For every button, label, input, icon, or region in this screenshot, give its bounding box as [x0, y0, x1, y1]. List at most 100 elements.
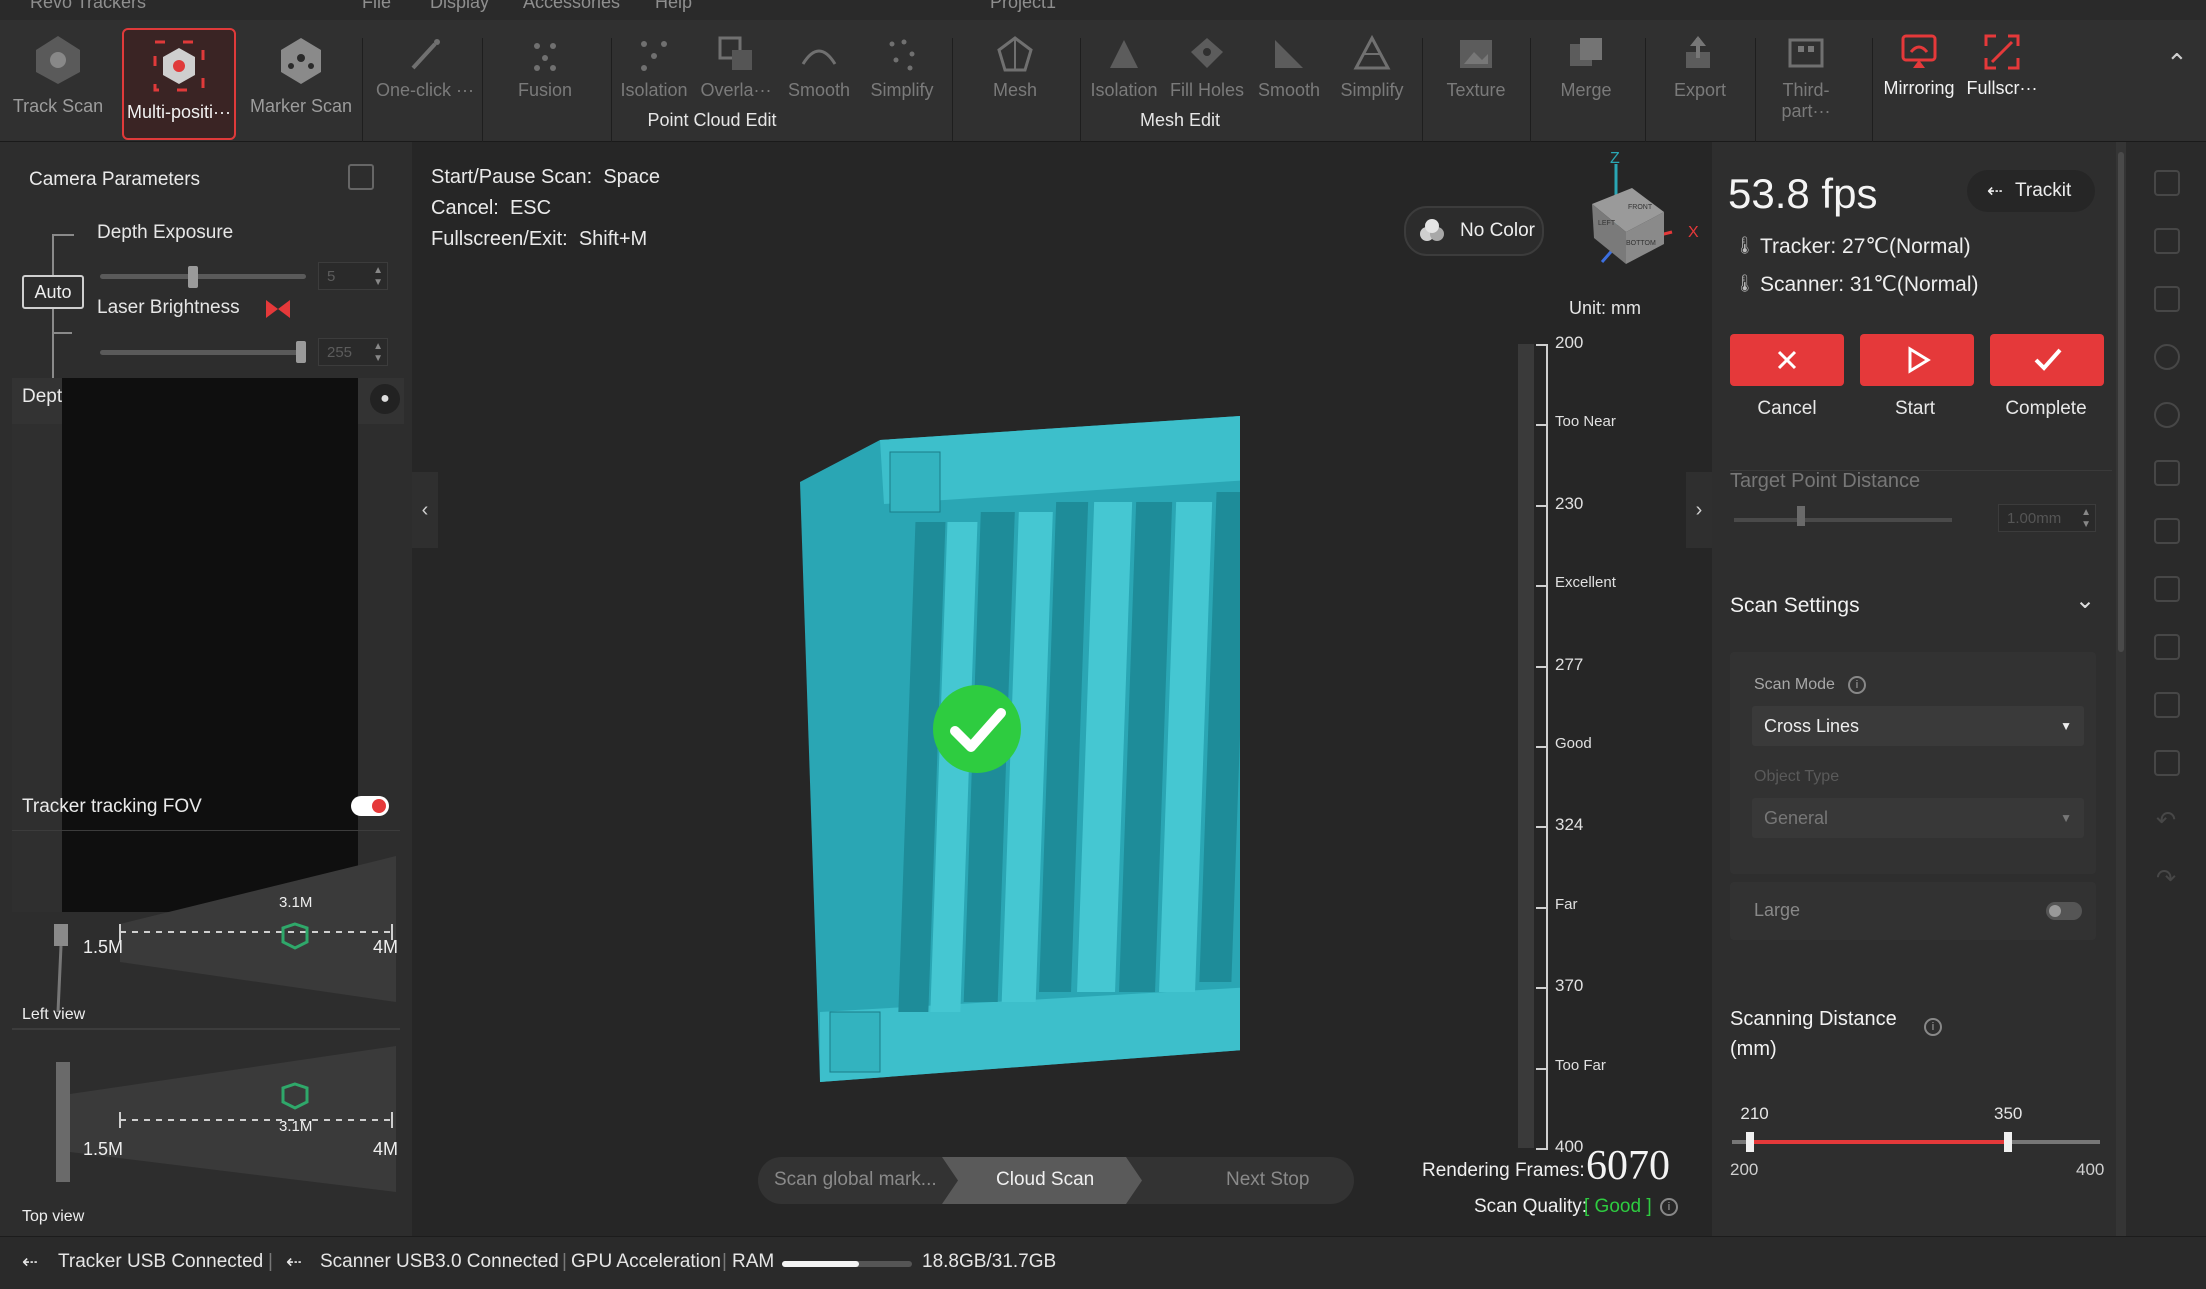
invert-selection-icon[interactable] [2154, 634, 2180, 660]
target-point-distance-spinbox[interactable]: 1.00mm ▲ ▼ [1998, 504, 2096, 532]
pc-simplify-button[interactable]: Simplify [862, 34, 942, 101]
mesh-edit-group-label: Mesh Edit [1139, 110, 1221, 130]
status-bar: ⇠ Tracker USB Connected | ⇠ Scanner USB3… [0, 1236, 2206, 1289]
mesh-isolation-button[interactable]: Isolation [1084, 34, 1164, 101]
fill-holes-button[interactable]: Fill Holes [1167, 34, 1247, 101]
step-scan-global-markers[interactable]: Scan global mark... [774, 1169, 937, 1191]
orientation-cube[interactable] [1572, 152, 1682, 272]
fps-readout: 53.8 fps [1728, 170, 1878, 217]
mesh-simplify-button[interactable]: Simplify [1332, 34, 1412, 101]
menu-bar: Revo Trackers File Display Accessories H… [0, 0, 2206, 20]
overlap-icon [718, 36, 752, 70]
laser-brightness-spinbox[interactable]: 255 ▲ ▼ [318, 338, 388, 366]
left-view-fov-diagram [54, 856, 396, 1012]
ruler-tick [1536, 746, 1548, 748]
cancel-scan-button[interactable] [1730, 334, 1844, 386]
laser-brightness-slider[interactable] [100, 350, 306, 355]
menu-file[interactable]: File [362, 0, 391, 13]
mesh-smooth-button[interactable]: Smooth [1249, 34, 1329, 101]
scan-mode-select[interactable]: Cross Lines ▼ [1752, 706, 2084, 746]
scan-success-check-icon [933, 685, 1021, 773]
one-click-button[interactable]: One-click ··· [370, 34, 480, 101]
overlap-button[interactable]: Overla··· [696, 34, 776, 101]
copy-icon[interactable] [2154, 692, 2180, 718]
distance-ruler-bar [1518, 344, 1534, 1148]
tracker-fov-toggle[interactable] [351, 796, 389, 816]
depth-exposure-thumb[interactable] [188, 266, 199, 288]
redo-icon[interactable]: ↷ [2156, 864, 2176, 893]
left-view-near-label: 1.5M [83, 937, 124, 957]
scanning-distance-high-thumb[interactable] [2004, 1132, 2012, 1152]
track-scan-icon [36, 36, 80, 84]
depth-exposure-slider[interactable] [100, 274, 306, 279]
collapse-right-panel-chevron-icon[interactable]: › [1686, 472, 1712, 548]
track-scan-button[interactable]: Track Scan [10, 30, 106, 135]
chevron-down-icon[interactable]: ⌄ [2075, 586, 2095, 615]
third-party-icon [1788, 38, 1824, 68]
auto-bracket-bottom [52, 332, 72, 334]
camera-parameters-title: Camera Parameters [29, 169, 201, 190]
collapse-toolbar-chevron-icon[interactable]: ⌃ [2166, 48, 2188, 79]
brush-select-icon[interactable] [2154, 344, 2180, 370]
popout-icon[interactable] [348, 164, 374, 190]
ruler-label: 400 [1555, 1137, 1584, 1156]
rect-select-icon[interactable] [2154, 228, 2180, 254]
large-toggle[interactable] [2046, 902, 2082, 920]
undo-icon[interactable]: ↶ [2156, 806, 2176, 835]
scanning-distance-low-thumb[interactable] [1746, 1132, 1755, 1152]
third-party-button[interactable]: Third-part··· [1760, 34, 1852, 122]
complete-scan-button[interactable] [1990, 334, 2104, 386]
info-icon[interactable]: i [1924, 1018, 1942, 1036]
scrollbar-thumb[interactable] [2118, 152, 2124, 652]
info-icon[interactable]: i [1660, 1198, 1678, 1216]
export-icon [1686, 36, 1710, 68]
color-mode-button[interactable]: No Color [1404, 206, 1544, 256]
depth-exposure-spinbox[interactable]: 5 ▲ ▼ [318, 262, 388, 290]
texture-button[interactable]: Texture [1436, 34, 1516, 101]
gpu-status: GPU Acceleration [571, 1251, 721, 1272]
dropdown-caret-icon: ▼ [2060, 719, 2072, 733]
pointer-icon[interactable] [2154, 170, 2180, 196]
auto-button[interactable]: Auto [22, 275, 84, 309]
stamp-icon[interactable] [2154, 750, 2180, 776]
laser-brightness-thumb[interactable] [296, 341, 306, 363]
trackit-button[interactable]: ⇠ Trackit [1967, 170, 2095, 212]
mirroring-button[interactable]: Mirroring [1876, 32, 1962, 99]
target-point-distance-slider[interactable] [1734, 518, 1952, 522]
start-scan-button[interactable] [1860, 334, 1974, 386]
globe-icon[interactable] [2154, 402, 2180, 428]
mesh-button[interactable]: Mesh [975, 34, 1055, 101]
target-point-distance-label: Target Point Distance [1730, 470, 1921, 492]
fullscreen-icon [1984, 34, 2020, 70]
eye-icon[interactable]: ● [370, 384, 400, 414]
delete-icon[interactable] [2154, 576, 2180, 602]
lasso-select-icon[interactable] [2154, 286, 2180, 312]
magic-wand-icon [411, 39, 440, 70]
divider [12, 830, 400, 831]
axis-x-label: X [1688, 224, 1699, 241]
fusion-button[interactable]: Fusion [505, 34, 585, 101]
menu-display[interactable]: Display [430, 0, 489, 13]
3d-viewport[interactable]: Start/Pause Scan: Space Cancel: ESC Full… [412, 142, 1712, 1236]
fullscreen-button[interactable]: Fullscr··· [1962, 32, 2042, 99]
menu-help[interactable]: Help [655, 0, 692, 13]
edit-icon[interactable] [2154, 518, 2180, 544]
left-view-far-label: 4M [373, 937, 399, 957]
target-point-distance-thumb[interactable] [1797, 506, 1805, 526]
ruler-tick [1536, 585, 1548, 588]
marker-scan-button[interactable]: Marker Scan [246, 30, 356, 135]
menu-accessories[interactable]: Accessories [523, 0, 620, 13]
step-next-stop[interactable]: Next Stop [1226, 1169, 1309, 1191]
collapse-left-panel-chevron-icon[interactable]: ‹ [412, 472, 438, 548]
merge-button[interactable]: Merge [1546, 34, 1626, 101]
export-button[interactable]: Export [1660, 34, 1740, 101]
top-view-near-label: 1.5M [83, 1139, 124, 1159]
object-type-select[interactable]: General ▼ [1752, 798, 2084, 838]
scanning-distance-max: 400 [2076, 1160, 2105, 1179]
close-icon [1777, 350, 1797, 370]
plane-cut-icon[interactable] [2154, 460, 2180, 486]
pc-isolation-button[interactable]: Isolation [614, 34, 694, 101]
multi-position-button[interactable]: Multi-positi··· [122, 28, 236, 140]
info-icon[interactable]: i [1848, 676, 1866, 694]
pc-smooth-button[interactable]: Smooth [779, 34, 859, 101]
